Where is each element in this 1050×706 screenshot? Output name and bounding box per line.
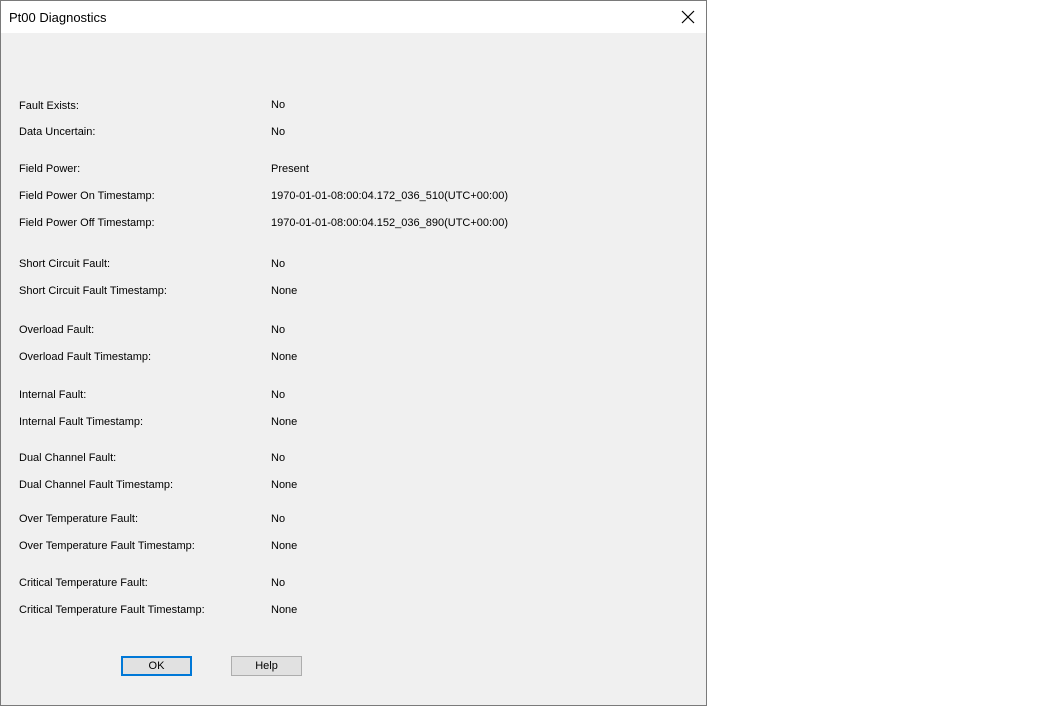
value-data-uncertain: No [271, 126, 286, 138]
ok-button[interactable]: OK [121, 656, 192, 676]
value-field-power: Present [271, 163, 309, 175]
value-dual-channel-fault: No [271, 452, 286, 464]
close-button[interactable] [674, 3, 702, 31]
value-critical-temperature-fault-timestamp: None [271, 604, 298, 616]
label-critical-temperature-fault-timestamp: Critical Temperature Fault Timestamp: [19, 604, 205, 616]
value-internal-fault-timestamp: None [271, 416, 298, 428]
label-data-uncertain: Data Uncertain: [19, 126, 96, 138]
help-button[interactable]: Help [231, 656, 302, 676]
value-fault-exists: No [271, 99, 286, 111]
value-overload-fault: No [271, 324, 286, 336]
label-internal-fault-timestamp: Internal Fault Timestamp: [19, 416, 144, 428]
label-internal-fault: Internal Fault: [19, 389, 87, 401]
label-overload-fault: Overload Fault: [19, 324, 95, 336]
value-internal-fault: No [271, 389, 286, 401]
label-overload-fault-timestamp: Overload Fault Timestamp: [19, 351, 152, 363]
value-field-power-on-timestamp: 1970-01-01-08:00:04.172_036_510(UTC+00:0… [271, 190, 508, 202]
window-title: Pt00 Diagnostics [9, 10, 107, 25]
label-field-power: Field Power: [19, 163, 81, 175]
label-short-circuit-fault: Short Circuit Fault: [19, 258, 111, 270]
label-dual-channel-fault-timestamp: Dual Channel Fault Timestamp: [19, 479, 174, 491]
value-over-temperature-fault: No [271, 513, 286, 525]
label-over-temperature-fault: Over Temperature Fault: [19, 513, 139, 525]
title-bar: Pt00 Diagnostics [1, 1, 706, 33]
close-icon [681, 10, 695, 24]
value-field-power-off-timestamp: 1970-01-01-08:00:04.152_036_890(UTC+00:0… [271, 217, 508, 229]
label-field-power-on-timestamp: Field Power On Timestamp: [19, 190, 155, 202]
value-critical-temperature-fault: No [271, 577, 286, 589]
label-fault-exists: Fault Exists: [19, 100, 79, 112]
value-dual-channel-fault-timestamp: None [271, 479, 298, 491]
label-dual-channel-fault: Dual Channel Fault: [19, 452, 117, 464]
label-over-temperature-fault-timestamp: Over Temperature Fault Timestamp: [19, 540, 195, 552]
label-field-power-off-timestamp: Field Power Off Timestamp: [19, 217, 155, 229]
value-overload-fault-timestamp: None [271, 351, 298, 363]
diagnostics-dialog: Pt00 Diagnostics Fault Exists: No Data U… [0, 0, 707, 706]
value-short-circuit-fault: No [271, 258, 286, 270]
value-short-circuit-fault-timestamp: None [271, 285, 298, 297]
value-over-temperature-fault-timestamp: None [271, 540, 298, 552]
label-critical-temperature-fault: Critical Temperature Fault: [19, 577, 148, 589]
label-short-circuit-fault-timestamp: Short Circuit Fault Timestamp: [19, 285, 167, 297]
